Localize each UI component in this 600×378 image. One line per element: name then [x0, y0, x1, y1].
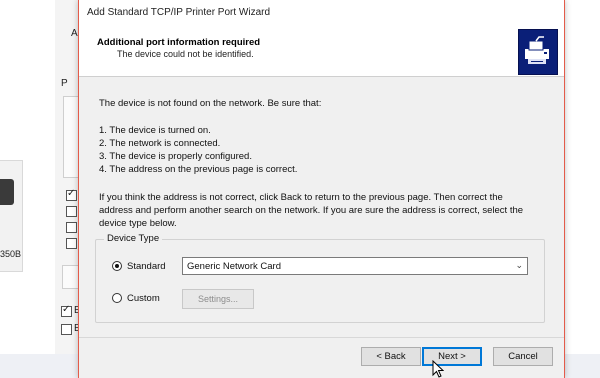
background-checkbox[interactable]: [66, 222, 77, 233]
cancel-button[interactable]: Cancel: [493, 347, 553, 366]
background-checkbox[interactable]: [66, 238, 77, 249]
mouse-cursor-icon: [432, 360, 444, 378]
background-letter: A: [71, 28, 78, 39]
device-type-label: Device Type: [104, 233, 163, 244]
background-letter: P: [61, 78, 68, 89]
printer-label: 350B: [0, 249, 22, 259]
background-checkbox[interactable]: [66, 188, 77, 201]
help-text-line: If you think the address is not correct,…: [99, 192, 503, 203]
help-text-line: address and perform another search on th…: [99, 205, 524, 216]
printer-card[interactable]: 350B: [0, 160, 23, 272]
custom-radio-label[interactable]: Custom: [127, 293, 160, 304]
footer-divider: [79, 337, 564, 338]
custom-radio[interactable]: [112, 293, 122, 303]
custom-radio-option[interactable]: Custom: [112, 290, 160, 306]
header-subtitle: The device could not be identified.: [117, 49, 254, 59]
standard-radio-option[interactable]: Standard: [112, 258, 166, 274]
settings-button[interactable]: Settings...: [182, 289, 254, 309]
chevron-down-icon[interactable]: ⌄: [515, 260, 523, 271]
background-checkbox[interactable]: [66, 206, 77, 217]
intro-text: The device is not found on the network. …: [99, 98, 322, 109]
checklist-item: 2. The network is connected.: [99, 138, 221, 149]
wizard-dialog: Add Standard TCP/IP Printer Port Wizard …: [78, 0, 565, 378]
standard-radio[interactable]: [112, 261, 122, 271]
background-checkbox[interactable]: [61, 304, 72, 317]
header-title: Additional port information required: [97, 37, 261, 48]
standard-radio-label[interactable]: Standard: [127, 261, 166, 272]
wizard-header: Additional port information required The…: [79, 26, 564, 77]
help-text-line: device type below.: [99, 218, 177, 229]
printer-network-icon: [518, 29, 558, 75]
device-type-group: Device Type Standard Generic Network Car…: [95, 233, 545, 323]
background-checkbox[interactable]: [61, 324, 72, 335]
back-button[interactable]: < Back: [361, 347, 421, 366]
printer-icon: [0, 179, 14, 205]
wizard-content: The device is not found on the network. …: [79, 77, 564, 337]
standard-device-select[interactable]: Generic Network Card ⌄: [182, 257, 528, 275]
window-title: Add Standard TCP/IP Printer Port Wizard: [87, 7, 271, 18]
standard-device-value: Generic Network Card: [187, 261, 281, 272]
checklist-item: 4. The address on the previous page is c…: [99, 164, 298, 175]
checklist-item: 3. The device is properly configured.: [99, 151, 252, 162]
title-bar[interactable]: Add Standard TCP/IP Printer Port Wizard: [79, 0, 564, 26]
next-button[interactable]: Next >: [422, 347, 482, 366]
checklist-item: 1. The device is turned on.: [99, 125, 211, 136]
